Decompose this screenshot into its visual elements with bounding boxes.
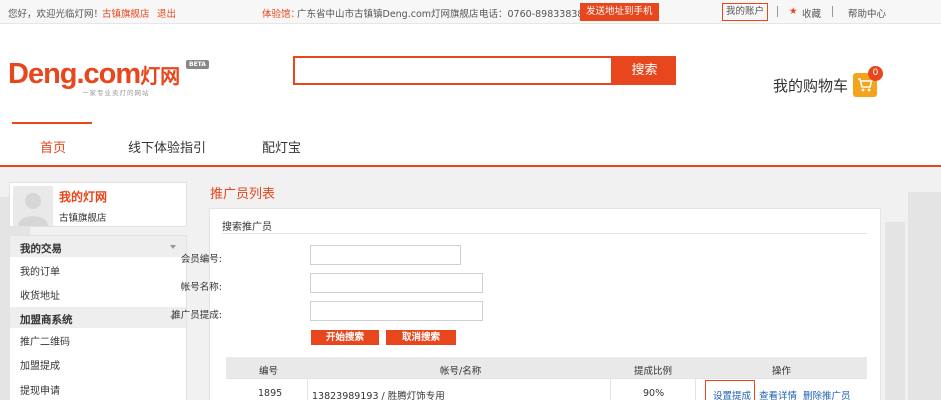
help-link[interactable]: 帮助中心 [848, 6, 886, 20]
site-logo[interactable]: Deng.com灯网 BETA 一家专业卖灯的网站 [8, 58, 213, 98]
profile-title[interactable]: 我的灯网 [59, 188, 107, 205]
divider [832, 6, 833, 17]
divider [222, 233, 867, 234]
search-button[interactable]: 搜索 [613, 56, 676, 85]
sidebar-item-address[interactable]: 收货地址 [20, 287, 60, 302]
send-address-button[interactable]: 发送地址到手机 [580, 3, 659, 21]
experience-label: 体验馆： [262, 9, 301, 20]
col-header-ops: 操作 [772, 366, 792, 377]
experience-address: 广东省中山市古镇镇Deng.com灯网旗舰店 [297, 9, 479, 20]
delete-promoter-link[interactable]: 删除推广员 [803, 388, 851, 400]
panel-title: 搜索推广员 [222, 222, 272, 233]
profile-store-name: 古镇旗舰店 [59, 213, 107, 224]
top-bar: 您好，欢迎光临灯网！ 古镇旗舰店 退出 体验馆： 广东省中山市古镇镇Deng.c… [0, 0, 941, 24]
nav-lighting-tool[interactable]: 配灯宝 [262, 137, 301, 156]
table-row-ratio: 90% [643, 388, 665, 399]
star-icon: ★ [789, 6, 798, 17]
beta-badge: BETA [186, 60, 209, 69]
member-no-input[interactable] [310, 245, 461, 265]
set-commission-link[interactable]: 设置提成 [713, 388, 751, 400]
chevron-down-icon [170, 245, 176, 249]
cart-label[interactable]: 我的购物车 [773, 75, 848, 96]
nav-active-indicator [12, 122, 92, 124]
table-row-id: 1895 [258, 388, 283, 399]
sidebar-item-commission[interactable]: 加盟提成 [20, 357, 60, 372]
account-label: 帐号名称: [180, 282, 222, 293]
store-link[interactable]: 古镇旗舰店 [102, 6, 150, 20]
divider [226, 378, 867, 379]
cart-count-badge: 0 [868, 66, 883, 81]
commission-input[interactable] [310, 301, 483, 321]
background-building [885, 222, 905, 400]
table-header: 编号 帐号/名称 提成比例 操作 [226, 357, 867, 378]
sidebar-item-orders[interactable]: 我的订单 [20, 263, 60, 278]
start-search-button[interactable]: 开始搜索 [311, 330, 379, 345]
divider [610, 379, 611, 400]
member-no-label: 会员编号: [180, 254, 222, 265]
commission-label: 推广员提成: [171, 310, 222, 321]
cancel-search-button[interactable]: 取消搜索 [386, 330, 456, 345]
sidebar-item-withdraw[interactable]: 提现申请 [20, 382, 60, 397]
page-title: 推广员列表 [210, 187, 276, 202]
view-details-link[interactable]: 查看详情 [759, 388, 797, 400]
search-input[interactable] [293, 56, 613, 85]
col-header-id: 编号 [259, 366, 279, 377]
sidebar-item-qrcode[interactable]: 推广二维码 [20, 333, 70, 348]
background-building [908, 192, 941, 400]
table-row-account: 13823989193 / 胜腾灯饰专用 [312, 391, 445, 400]
my-account-link[interactable]: 我的账户 [722, 3, 769, 21]
divider [695, 379, 696, 400]
favorites-link[interactable]: 收藏 [802, 6, 821, 20]
greeting-text: 您好，欢迎光临灯网！ [8, 9, 104, 20]
divider [307, 379, 308, 400]
avatar [13, 186, 53, 226]
profile-card: 我的灯网 古镇旗舰店 [9, 182, 187, 227]
nav-home[interactable]: 首页 [40, 137, 66, 156]
account-input[interactable] [310, 273, 483, 293]
phone-text: 电话：0760-89833838 [479, 9, 584, 20]
nav-offline-guide[interactable]: 线下体验指引 [128, 137, 206, 156]
logo-slogan: 一家专业卖灯的网站 [82, 89, 150, 97]
logout-link[interactable]: 退出 [157, 6, 176, 20]
col-header-account: 帐号/名称 [440, 366, 482, 377]
divider [777, 6, 778, 17]
col-header-ratio: 提成比例 [634, 366, 673, 377]
